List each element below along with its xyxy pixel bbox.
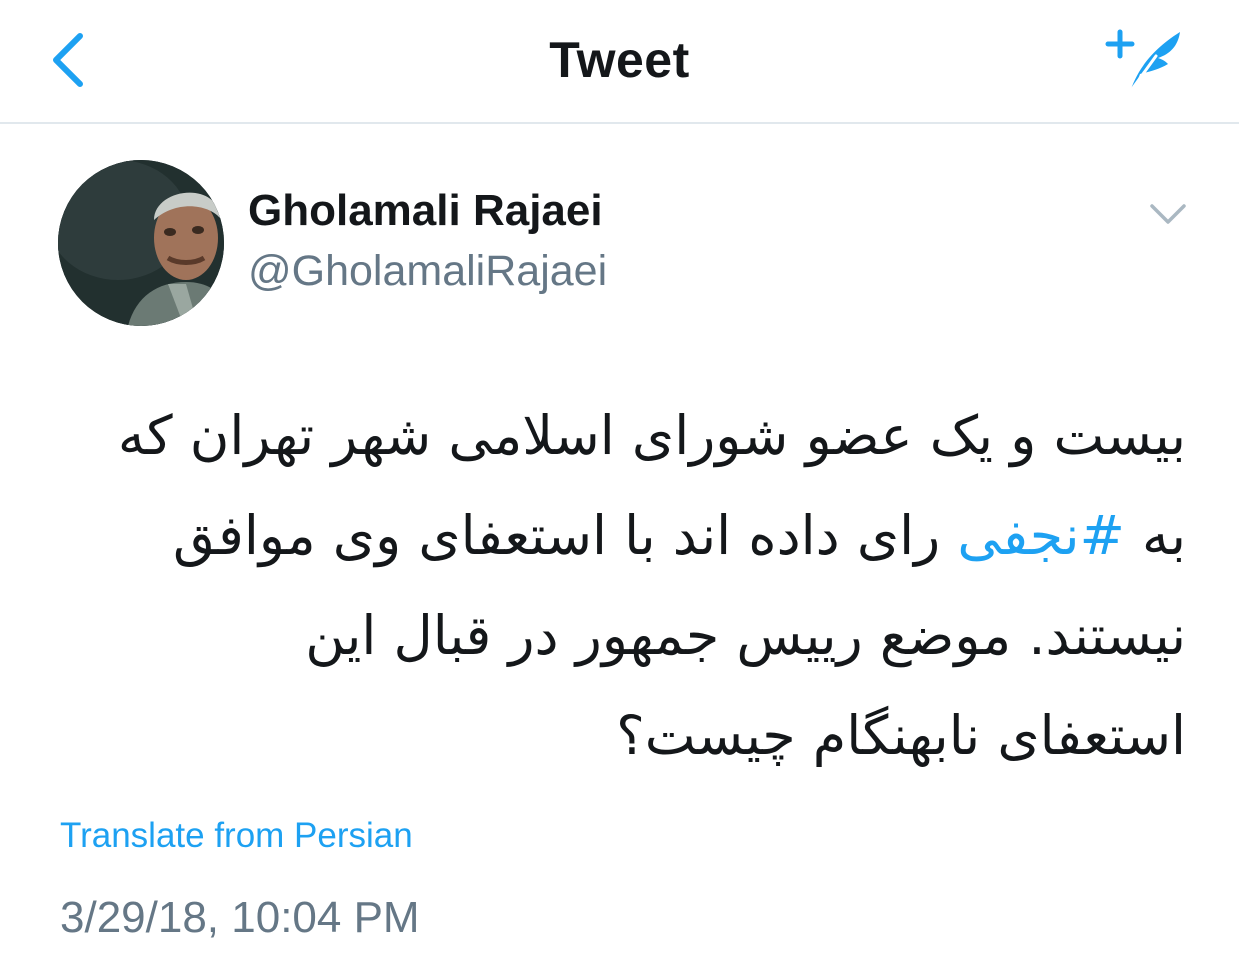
tweet-text-line: استعفای نابهنگام چیست؟ — [616, 704, 1186, 767]
tweet-text-segment: رای داده اند با استعفای وی موافق — [172, 504, 958, 567]
tweet-body: بیست و یک عضو شورای اسلامی شهر تهران که … — [58, 386, 1186, 786]
navigation-bar: Tweet — [0, 0, 1239, 124]
tweet-text-line: نیستند. موضع رییس جمهور در قبال این — [305, 604, 1186, 667]
author-display-name[interactable]: Gholamali Rajaei — [248, 184, 603, 238]
page-title: Tweet — [549, 32, 690, 88]
avatar[interactable] — [58, 160, 224, 326]
tweet-timestamp: 3/29/18, 10:04 PM — [60, 893, 420, 942]
tweet-text-line: بیست و یک عضو شورای اسلامی شهر تهران که — [117, 404, 1186, 467]
author-handle[interactable]: @GholamaliRajaei — [248, 244, 607, 298]
tweet-text-line: به #نجفی رای داده اند با استعفای وی مواف… — [58, 486, 1186, 586]
compose-tweet-button[interactable] — [1100, 22, 1190, 102]
translate-tweet-link[interactable]: Translate from Persian — [60, 814, 413, 858]
profile-photo — [58, 160, 224, 326]
tweet-options-button[interactable] — [1146, 196, 1190, 232]
chevron-down-icon — [1150, 204, 1186, 224]
compose-tweet-icon — [1105, 29, 1180, 94]
hashtag-link[interactable]: #نجفی — [957, 504, 1124, 567]
tweet-text-segment: به — [1124, 504, 1186, 567]
